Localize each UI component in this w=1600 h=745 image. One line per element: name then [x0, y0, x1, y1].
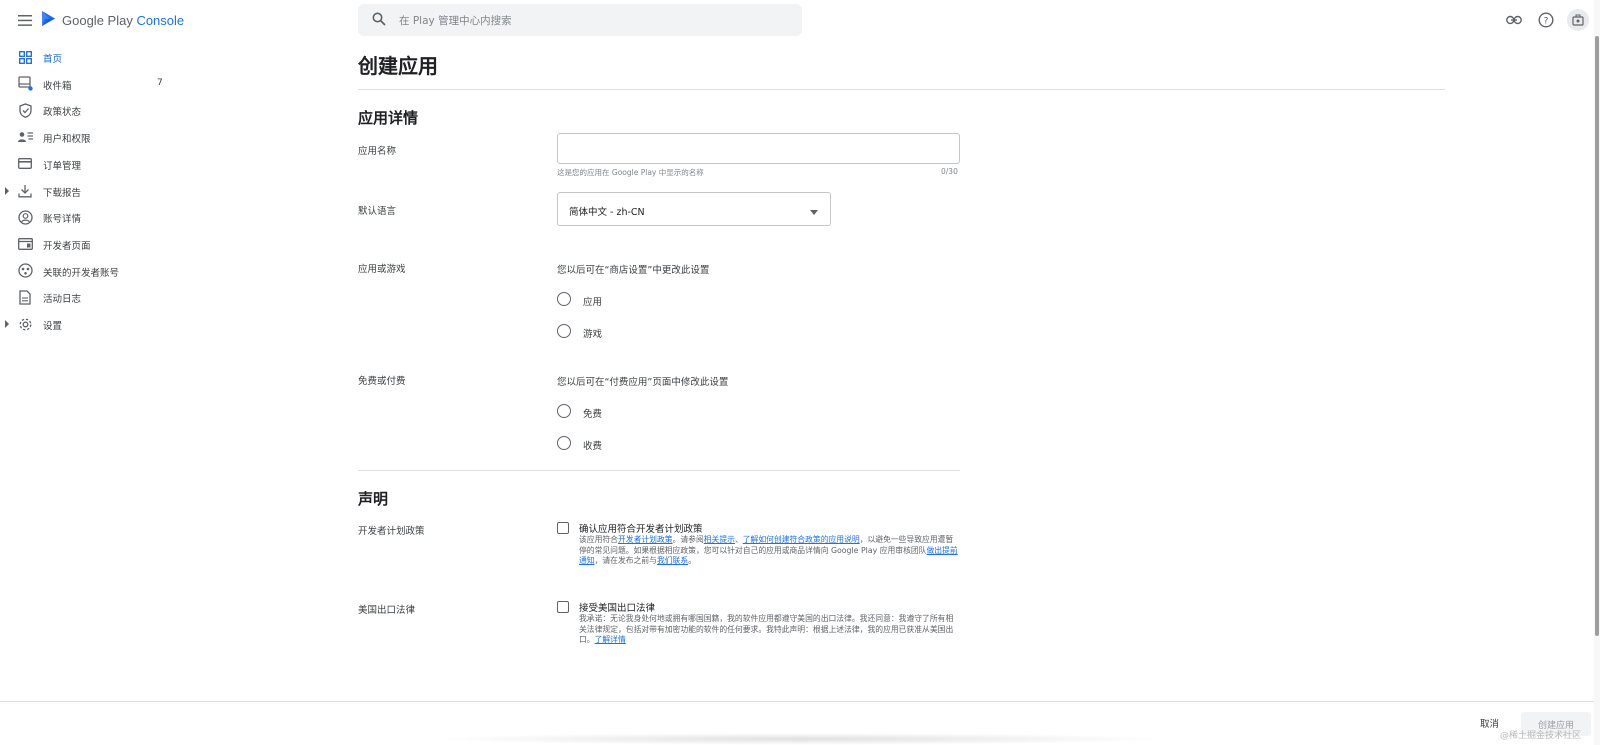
expand-caret-icon[interactable]: [4, 319, 10, 329]
sidebar-item-home[interactable]: 首页: [0, 44, 180, 70]
account-icon: [17, 209, 33, 225]
svg-text:?: ?: [1544, 17, 1549, 27]
shield-icon: [17, 102, 33, 118]
app-details-section-title: 应用详情: [358, 109, 419, 127]
inbox-icon: [17, 76, 33, 92]
sidebar-item-policy-status[interactable]: 政策状态: [0, 97, 180, 123]
gear-icon: [17, 316, 33, 332]
sidebar-item-label: 政策状态: [43, 107, 82, 119]
sidebar-item-users-permissions[interactable]: 用户和权限: [0, 124, 180, 150]
watermark: @稀土掘金技术社区: [1500, 731, 1582, 741]
sidebar-item-label: 订单管理: [43, 160, 82, 172]
app-name-char-counter: 0/30: [941, 167, 958, 176]
app-or-game-hint: 您以后可在“商店设置”中更改此设置: [557, 265, 710, 276]
radio-app[interactable]: [557, 292, 571, 306]
compliant-description-link[interactable]: 了解如何创建符合政策的应用说明: [743, 535, 860, 544]
document-icon: [17, 289, 33, 305]
sidebar-item-label: 用户和权限: [43, 134, 91, 146]
web-page-icon: [17, 236, 33, 252]
sidebar-item-label: 开发者页面: [43, 240, 91, 252]
us-export-law-label: 美国出口法律: [358, 605, 416, 616]
sidebar-item-linked-developer-accounts[interactable]: 关联的开发者账号: [0, 258, 180, 284]
radio-game[interactable]: [557, 324, 571, 338]
free-or-paid-label: 免费或付费: [358, 376, 406, 387]
developer-policy-checkbox[interactable]: [557, 522, 569, 534]
sidebar-item-label: 首页: [43, 54, 63, 65]
google-play-console-logo[interactable]: Google Play Console: [40, 10, 184, 30]
declarations-section-title: 声明: [358, 490, 389, 508]
footer-shadow: [430, 733, 1170, 745]
sidebar-item-developer-page[interactable]: 开发者页面: [0, 231, 180, 257]
top-bar: Google Play Console 在 Play 管理中心内搜索 ?: [0, 0, 1600, 40]
radio-free-label: 免费: [583, 409, 603, 420]
learn-more-link[interactable]: 了解详情: [595, 635, 626, 644]
selected-language: 简体中文 - zh-CN: [569, 207, 645, 218]
default-language-select[interactable]: 简体中文 - zh-CN: [557, 192, 831, 226]
section-divider: [358, 470, 960, 471]
hamburger-menu-icon[interactable]: [16, 11, 34, 29]
page-title: 创建应用: [358, 54, 438, 78]
title-divider: [358, 89, 1445, 90]
default-language-label: 默认语言: [358, 206, 397, 217]
us-export-law-description: 我承诺：无论我身处何地或拥有哪国国籍，我的软件应用都遵守美国的出口法律。我还同意…: [579, 614, 954, 645]
cancel-button[interactable]: 取消: [1480, 716, 1499, 730]
credit-card-icon: [17, 156, 33, 172]
radio-app-label: 应用: [583, 297, 603, 308]
sidebar-item-label: 设置: [43, 321, 63, 332]
sidebar-item-activity-log[interactable]: 活动日志: [0, 284, 180, 310]
sidebar-item-inbox[interactable]: 收件箱 7: [0, 71, 180, 97]
dashboard-icon: [17, 49, 33, 65]
app-name-label: 应用名称: [358, 146, 397, 157]
sidebar-item-download-reports[interactable]: 下载报告: [0, 178, 180, 204]
footer-divider: [0, 701, 1600, 702]
us-export-law-checkbox[interactable]: [557, 601, 569, 613]
users-icon: [17, 129, 33, 145]
expand-caret-icon[interactable]: [4, 186, 10, 196]
search-placeholder: 在 Play 管理中心内搜索: [399, 15, 512, 27]
sidebar-item-label: 账号详情: [43, 214, 82, 226]
link-icon[interactable]: [1504, 10, 1524, 30]
account-avatar-icon[interactable]: [1567, 9, 1589, 31]
sidebar-item-label: 关联的开发者账号: [43, 267, 120, 279]
sidebar-item-label: 下载报告: [43, 187, 82, 199]
developer-policy-link[interactable]: 开发者计划政策: [618, 535, 673, 544]
sidebar-item-label: 活动日志: [43, 294, 82, 306]
radio-paid-label: 收费: [583, 441, 603, 452]
free-or-paid-hint: 您以后可在“付费应用”页面中修改此设置: [557, 377, 729, 388]
related-tips-link[interactable]: 相关提示: [704, 535, 735, 544]
play-logo-icon: [40, 10, 57, 30]
help-icon[interactable]: ?: [1536, 10, 1556, 30]
app-name-input[interactable]: [557, 133, 960, 164]
contact-us-link[interactable]: 我们联系: [657, 556, 688, 565]
inbox-count-badge: 7: [157, 77, 163, 88]
linked-accounts-icon: [17, 263, 33, 279]
search-icon: [372, 12, 388, 28]
radio-free[interactable]: [557, 404, 571, 418]
download-icon: [17, 183, 33, 199]
search-input[interactable]: 在 Play 管理中心内搜索: [358, 4, 802, 36]
sidebar-item-order-management[interactable]: 订单管理: [0, 151, 180, 177]
brand-name: Google Play Console: [62, 12, 185, 28]
app-or-game-label: 应用或游戏: [358, 264, 406, 275]
radio-paid[interactable]: [557, 436, 571, 450]
sidebar-item-settings[interactable]: 设置: [0, 311, 180, 337]
radio-game-label: 游戏: [583, 329, 603, 340]
scrollbar-thumb[interactable]: [1595, 36, 1599, 636]
developer-policy-label: 开发者计划政策: [358, 526, 425, 537]
developer-policy-description: 该应用符合开发者计划政策。请参阅相关提示、了解如何创建符合政策的应用说明，以避免…: [579, 535, 958, 566]
sidebar-item-account-details[interactable]: 账号详情: [0, 204, 180, 230]
developer-policy-checkbox-title: 确认应用符合开发者计划政策: [579, 524, 703, 535]
app-name-helper-text: 这是您的应用在 Google Play 中显示的名称: [557, 168, 704, 177]
sidebar-item-label: 收件箱: [43, 80, 72, 92]
dropdown-arrow-icon: [810, 207, 818, 215]
us-export-law-checkbox-title: 接受美国出口法律: [579, 603, 656, 614]
